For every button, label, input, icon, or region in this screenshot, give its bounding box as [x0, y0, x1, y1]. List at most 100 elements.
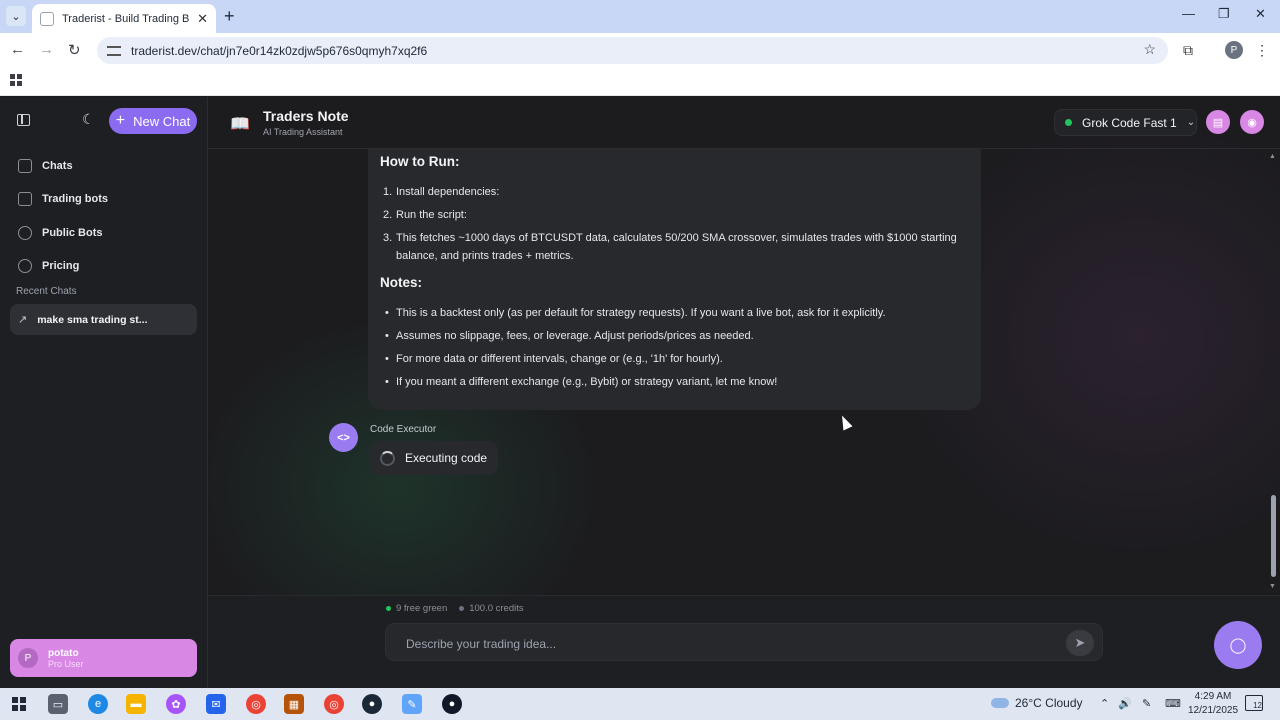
- clock-time: 4:29 AM: [1194, 691, 1232, 702]
- notes-heading: Notes:: [380, 275, 423, 290]
- browser-tab[interactable]: Traderist - Build Trading Bots w ✕: [32, 4, 216, 33]
- site-info-icon[interactable]: [107, 45, 121, 56]
- sidebar-item-trading-bots[interactable]: Trading bots: [10, 183, 198, 217]
- user-role: Pro User: [48, 658, 84, 669]
- cloud-icon: [991, 698, 1009, 708]
- url-text: traderist.dev/chat/jn7e0r14zk0zdjw5p676s…: [131, 43, 428, 58]
- app: ☾ + New Chat Chats Trading bots Public B…: [0, 97, 1280, 688]
- model-name: Grok Code Fast 1: [1082, 115, 1177, 130]
- page-subtitle: AI Trading Assistant: [263, 127, 343, 137]
- chevron-down-icon: ⌄: [1186, 117, 1196, 128]
- forward-icon[interactable]: →: [39, 41, 54, 58]
- minimize-icon[interactable]: —: [1182, 6, 1195, 21]
- tab-title: Traderist - Build Trading Bots w: [62, 12, 190, 25]
- file-explorer-icon[interactable]: ▬: [126, 694, 146, 714]
- sidebar: ☾ + New Chat Chats Trading bots Public B…: [0, 97, 208, 688]
- back-icon[interactable]: ←: [10, 41, 25, 58]
- list-item: 2. Run the script:: [383, 209, 467, 221]
- restore-icon[interactable]: ❐: [1218, 6, 1230, 22]
- list-item: • This is a backtest only (as per default…: [385, 307, 886, 319]
- globe-icon: [18, 225, 32, 240]
- executing-label: Executing code: [405, 451, 488, 465]
- tab-search-chevron-icon[interactable]: ⌄: [6, 6, 26, 26]
- pen-icon[interactable]: ✎: [1142, 697, 1151, 710]
- new-tab-icon[interactable]: +: [224, 6, 235, 27]
- chat-header: 📖 Traders Note AI Trading Assistant Grok…: [208, 97, 1280, 149]
- dark-mode-moon-icon[interactable]: ☾: [82, 111, 95, 128]
- model-selector[interactable]: Grok Code Fast 1 ⌄: [1054, 109, 1197, 136]
- notepad-icon[interactable]: ✎: [402, 694, 422, 714]
- user-avatar: P: [18, 648, 38, 668]
- app-icon[interactable]: ●: [442, 694, 462, 714]
- chat-icon: [18, 158, 32, 173]
- code-executor-name: Code Executor: [370, 424, 437, 435]
- sidebar-item-chats[interactable]: Chats: [10, 149, 198, 183]
- recent-chat-item[interactable]: ↗ make sma trading st...: [10, 304, 197, 335]
- volume-icon[interactable]: 🔊: [1118, 697, 1132, 710]
- recent-chats-heading: Recent Chats: [16, 286, 77, 297]
- loading-spinner-icon: [380, 450, 395, 466]
- close-tab-icon[interactable]: ✕: [197, 11, 208, 27]
- system-clock[interactable]: 4:29 AM 12/21/2025: [1188, 690, 1238, 718]
- document-icon[interactable]: ▤: [1206, 110, 1230, 134]
- book-icon[interactable]: 📖: [230, 114, 250, 134]
- chrome-icon[interactable]: ◎: [246, 694, 266, 714]
- prompt-input[interactable]: Describe your trading idea... ➤: [385, 623, 1103, 661]
- chrome-profile-icon[interactable]: ◎: [324, 694, 344, 714]
- list-item: 3. This fetches ~1000 days of BTCUSDT dat…: [383, 232, 957, 262]
- bookmark-star-icon[interactable]: ☆: [1143, 41, 1156, 58]
- tray-chevron-icon[interactable]: ⌃: [1100, 697, 1109, 710]
- free-green-count: 9 free green: [386, 603, 447, 614]
- list-item: • For more data or different intervals, c…: [385, 353, 723, 365]
- assistant-message: How to Run: 1. Install dependencies: 2. Ru…: [368, 149, 981, 410]
- sidebar-item-label: Pricing: [42, 260, 80, 273]
- lightbulb-icon[interactable]: ◉: [1240, 110, 1264, 134]
- user-name: potato: [48, 647, 79, 659]
- code-executor-avatar: <>: [329, 423, 358, 452]
- usage-meta: 9 free green 100.0 credits: [386, 603, 524, 614]
- chat-bubble-fab[interactable]: ◯: [1214, 621, 1262, 669]
- notifications-icon[interactable]: 12: [1245, 695, 1263, 711]
- new-chat-button[interactable]: + New Chat: [109, 108, 197, 134]
- plus-icon: +: [115, 112, 126, 129]
- outlook-icon[interactable]: ✉: [206, 694, 226, 714]
- new-chat-label: New Chat: [133, 113, 191, 129]
- dollar-icon: [18, 259, 32, 274]
- scroll-down-icon[interactable]: ▼: [1269, 583, 1276, 590]
- notification-count: 12: [1253, 701, 1262, 710]
- game-icon[interactable]: ▦: [284, 694, 304, 714]
- scroll-up-icon[interactable]: ▲: [1269, 153, 1276, 160]
- list-item: 1. Install dependencies:: [383, 186, 500, 198]
- close-window-icon[interactable]: ✕: [1255, 6, 1266, 22]
- scrollbar-thumb[interactable]: [1271, 495, 1276, 577]
- trend-icon: ↗: [18, 314, 28, 326]
- user-profile-card[interactable]: P potato Pro User: [10, 639, 197, 677]
- task-view-icon[interactable]: ▭: [48, 694, 68, 714]
- sidebar-item-label: Public Bots: [42, 226, 103, 239]
- edge-icon[interactable]: e: [88, 694, 108, 714]
- windows-start-icon[interactable]: [12, 697, 26, 711]
- keyboard-icon[interactable]: ⌨: [1165, 697, 1181, 710]
- weather-widget[interactable]: 26°C Cloudy: [991, 696, 1083, 710]
- steam-icon[interactable]: ●: [362, 694, 382, 714]
- how-to-run-heading: How to Run:: [380, 154, 460, 169]
- page-icon: [40, 11, 54, 26]
- menu-kebab-icon[interactable]: ⋮: [1255, 42, 1269, 59]
- model-status-dot: [1065, 119, 1072, 126]
- extensions-icon[interactable]: ⧉: [1183, 42, 1193, 59]
- copilot-icon[interactable]: ✿: [166, 694, 186, 714]
- weather-text: 26°C Cloudy: [1015, 696, 1083, 710]
- sidebar-nav: Chats Trading bots Public Bots Pricing: [10, 149, 198, 283]
- profile-avatar[interactable]: P: [1225, 41, 1243, 59]
- os-taskbar: ▭ e ▬ ✿ ✉ ◎ ▦ ◎ ● ✎ ● 26°C Cloudy ⌃ 🔊 ✎ …: [0, 688, 1280, 720]
- sidebar-toggle-icon[interactable]: [17, 114, 30, 126]
- executing-status: Executing code: [370, 441, 498, 475]
- chat-scrollbar[interactable]: ▲ ▼: [1268, 153, 1278, 593]
- sidebar-item-public-bots[interactable]: Public Bots: [10, 216, 198, 250]
- send-button[interactable]: ➤: [1066, 630, 1094, 656]
- apps-grid-icon[interactable]: [10, 74, 22, 86]
- reload-icon[interactable]: ↻: [68, 41, 81, 59]
- sidebar-item-pricing[interactable]: Pricing: [10, 250, 198, 284]
- url-bar[interactable]: traderist.dev/chat/jn7e0r14zk0zdjw5p676s…: [97, 37, 1168, 64]
- bookmarks-bar: [0, 67, 1280, 96]
